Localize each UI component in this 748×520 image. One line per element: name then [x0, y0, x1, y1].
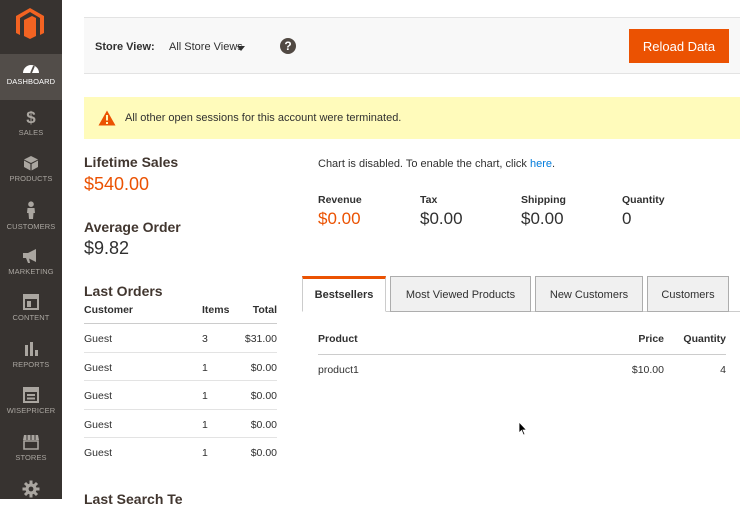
chevron-down-icon[interactable]	[237, 46, 245, 51]
dashboard-icon	[23, 65, 39, 74]
sidebar-item-label: CUSTOMERS	[6, 222, 56, 231]
store-switcher-bar: Store View: All Store Views ? Reload Dat…	[84, 17, 740, 74]
sidebar-item-customers[interactable]: CUSTOMERS	[0, 195, 62, 241]
lifetime-sales-value: $540.00	[84, 174, 150, 194]
storefront-icon	[23, 435, 39, 450]
tax-label: Tax	[420, 194, 438, 206]
layout-icon	[23, 387, 39, 403]
revenue-value: $0.00	[318, 209, 361, 228]
megaphone-icon	[23, 249, 36, 263]
reload-data-button[interactable]: Reload Data	[629, 29, 729, 63]
sidebar-item-wisepricer[interactable]: WISEPRICER	[0, 381, 62, 427]
revenue-label: Revenue	[318, 194, 362, 206]
sidebar-item-system[interactable]	[0, 474, 62, 520]
enable-chart-link[interactable]: here	[530, 158, 552, 170]
sidebar-item-label: MARKETING	[8, 267, 54, 276]
order-customer: Guest	[84, 418, 113, 431]
column-header: Product	[318, 333, 358, 345]
quantity-label: Quantity	[622, 194, 665, 206]
table-row[interactable]: Guest 1 $0.00	[84, 381, 277, 410]
chart-disabled-message: Chart is disabled. To enable the chart, …	[318, 158, 555, 170]
order-items: 1	[202, 447, 208, 459]
product-price: $10.00	[631, 364, 664, 376]
sidebar-item-label: WISEPRICER	[6, 406, 56, 415]
table-row[interactable]: Guest 3 $31.00	[84, 324, 277, 353]
bestsellers-table: Product Price Quantity product1 $10.00 4	[318, 333, 726, 383]
sidebar-item-content[interactable]: CONTENT	[0, 288, 62, 334]
order-customer: Guest	[84, 361, 113, 374]
admin-sidebar: DASHBOARD $ SALES PRODUCTS CUSTOMERS MAR…	[0, 0, 62, 499]
order-items: 1	[202, 361, 208, 374]
tab-bestsellers[interactable]: Bestsellers	[302, 276, 386, 312]
sidebar-item-reports[interactable]: REPORTS	[0, 335, 62, 381]
order-customer: Guest	[84, 390, 113, 402]
column-header: Price	[638, 333, 664, 345]
table-row[interactable]: Guest 1 $0.00	[84, 353, 277, 381]
column-header: Customer	[84, 304, 134, 316]
box-icon	[24, 156, 38, 171]
table-header: Product Price Quantity	[318, 333, 726, 355]
order-total: $0.00	[250, 361, 277, 374]
product-quantity: 4	[720, 364, 726, 376]
order-total: $31.00	[244, 333, 277, 345]
order-items: 1	[202, 390, 208, 402]
shipping-label: Shipping	[521, 194, 566, 206]
tab-most-viewed-products[interactable]: Most Viewed Products	[390, 276, 531, 312]
sidebar-item-sales[interactable]: $ SALES	[0, 102, 62, 148]
table-row[interactable]: Guest 1 $0.00	[84, 438, 277, 467]
mouse-cursor-icon	[518, 421, 528, 436]
order-items: 1	[202, 418, 208, 431]
person-icon	[27, 201, 35, 219]
order-customer: Guest	[84, 447, 113, 459]
sidebar-item-dashboard[interactable]: DASHBOARD	[0, 54, 62, 100]
last-orders-title: Last Orders	[84, 283, 163, 299]
product-name: product1	[318, 364, 359, 376]
last-search-terms-title: Last Search Te	[84, 491, 183, 507]
dashboard-tabs: Bestsellers Most Viewed Products New Cus…	[302, 276, 740, 312]
store-view-dropdown[interactable]: All Store Views	[169, 41, 243, 53]
sidebar-item-products[interactable]: PRODUCTS	[0, 149, 62, 195]
chart-message-text: Chart is disabled. To enable the chart, …	[318, 158, 530, 170]
order-customer: Guest	[84, 333, 113, 345]
order-total: $0.00	[250, 418, 277, 431]
last-orders-table: Customer Items Total Guest 3 $31.00 Gues…	[84, 304, 277, 467]
help-icon[interactable]: ?	[280, 38, 296, 54]
lifetime-sales-label: Lifetime Sales	[84, 154, 179, 170]
sidebar-item-label: STORES	[15, 453, 47, 462]
sidebar-item-label: REPORTS	[12, 360, 50, 369]
session-notice: All other open sessions for this account…	[84, 97, 740, 139]
average-order-label: Average Order	[84, 219, 181, 235]
order-total: $0.00	[250, 390, 277, 402]
tax-value: $0.00	[420, 209, 463, 228]
chart-message-suffix: .	[552, 158, 556, 170]
average-order-value: $9.82	[84, 238, 130, 258]
svg-text:$: $	[26, 108, 36, 125]
order-total: $0.00	[250, 447, 277, 459]
bar-chart-icon	[25, 342, 38, 356]
order-items: 3	[202, 333, 208, 345]
store-view-label: Store View:	[95, 41, 155, 53]
table-header: Customer Items Total	[84, 304, 277, 324]
warning-icon	[98, 110, 116, 126]
magento-logo-icon[interactable]	[10, 5, 50, 43]
sidebar-item-stores[interactable]: STORES	[0, 428, 62, 474]
tab-customers[interactable]: Customers	[647, 276, 729, 312]
sidebar-item-label: SALES	[18, 128, 44, 137]
table-row[interactable]: Guest 1 $0.00	[84, 410, 277, 438]
sidebar-item-label: CONTENT	[12, 313, 50, 322]
column-header: Total	[252, 304, 277, 316]
layout-icon	[23, 294, 39, 310]
dollar-icon: $	[26, 108, 36, 125]
sidebar-item-label: DASHBOARD	[6, 77, 56, 86]
notice-message: All other open sessions for this account…	[125, 112, 402, 124]
column-header: Quantity	[683, 333, 726, 345]
column-header: Items	[202, 304, 230, 316]
sidebar-item-label: PRODUCTS	[9, 174, 53, 183]
sidebar-item-marketing[interactable]: MARKETING	[0, 242, 62, 288]
quantity-value: 0	[622, 209, 632, 228]
shipping-value: $0.00	[521, 209, 564, 228]
table-row[interactable]: product1 $10.00 4	[318, 355, 726, 383]
tab-new-customers[interactable]: New Customers	[535, 276, 643, 312]
gear-icon	[22, 480, 40, 498]
